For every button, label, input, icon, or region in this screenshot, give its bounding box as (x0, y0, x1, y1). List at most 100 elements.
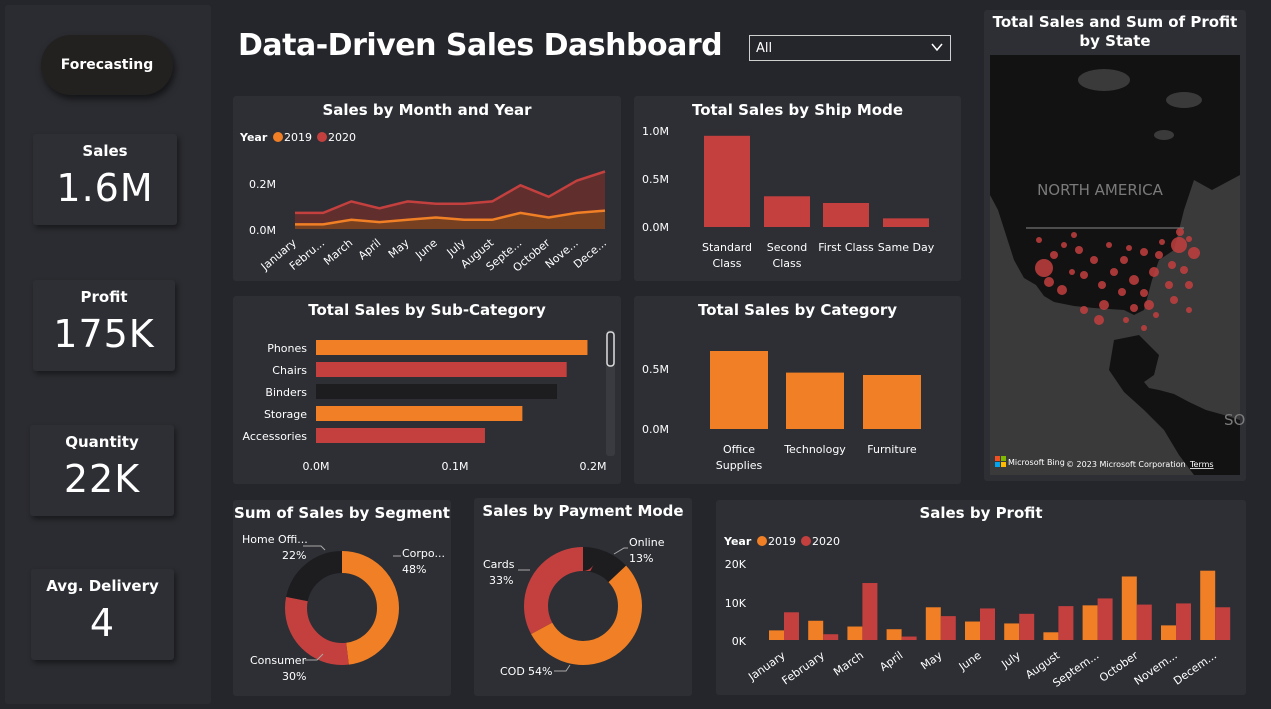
bar-same-day (883, 218, 929, 227)
x-tick-label: May (386, 236, 412, 261)
kpi-value: 4 (89, 601, 116, 645)
bar-first-class (823, 203, 869, 227)
map-bubble (1075, 246, 1083, 254)
bar-february-2019 (808, 620, 824, 640)
state-bubble-map[interactable]: NORTH AMERICA SOUTH AMERICA Microsoft Bi… (984, 10, 1246, 481)
x-tick-label: April (877, 649, 905, 674)
map-bubble (1180, 266, 1188, 274)
y-tick-label: 20K (725, 558, 747, 571)
forecasting-button[interactable]: Forecasting (41, 35, 173, 95)
map-bubble (1170, 296, 1178, 304)
chart-sales-by-payment-mode[interactable]: Sales by Payment Mode Online 13% Cards 3… (474, 498, 692, 696)
bar-september-2019 (1082, 605, 1098, 640)
y-tick-label: Storage (264, 408, 307, 421)
map-bubble (1080, 306, 1088, 314)
bar-december-2020 (1215, 607, 1231, 640)
map-bubble (1069, 269, 1075, 275)
map-bubble (1057, 285, 1067, 295)
map-label-north-america: NORTH AMERICA (1037, 181, 1164, 199)
segment-donut-chart: Home Offi... 22% Corpo... 48% Consumer 3… (242, 533, 445, 683)
x-tick-label: 0.2M (580, 460, 607, 473)
bar-furniture (863, 375, 921, 429)
map-bubble (1071, 232, 1077, 238)
map-terms-link[interactable]: Terms (1189, 460, 1214, 469)
legend-swatch-2019 (273, 132, 283, 142)
bar-june-2020 (980, 608, 995, 640)
bar-standard-class (704, 135, 750, 227)
map-bubble (1140, 248, 1148, 256)
x-tick-label: Same Day (878, 241, 935, 254)
kpi-label: Avg. Delivery (46, 577, 159, 595)
map-bubble (1186, 307, 1192, 313)
chart-sales-by-segment[interactable]: Sum of Sales by Segment Home Offi... 22%… (233, 500, 451, 696)
x-tick-label: March (321, 236, 355, 268)
map-bubble (1165, 281, 1173, 289)
year-filter-dropdown[interactable]: All (749, 35, 951, 61)
page-title: Data-Driven Sales Dashboard (238, 28, 723, 63)
kpi-value: 175K (53, 312, 155, 356)
x-tick-label: Furniture (867, 443, 917, 456)
bar-august-2019 (1043, 632, 1059, 640)
map-label-south-america: SOUTH AMERICA (1224, 411, 1246, 429)
map-bubble (1106, 242, 1112, 248)
legend-swatch-2020 (801, 536, 811, 546)
bing-logo-icon (1001, 456, 1006, 461)
map-sales-profit-by-state[interactable]: Total Sales and Sum of Profit by State N… (984, 10, 1246, 481)
bar-technology (786, 372, 844, 429)
x-tick-label: Office (723, 443, 755, 456)
map-bubble (1153, 312, 1159, 318)
bar-july-2019 (1004, 623, 1020, 640)
bar-second-class (764, 196, 810, 227)
chart-sales-by-subcategory[interactable]: Total Sales by Sub-Category Phones Chairs… (233, 296, 621, 484)
legend-label-2019: 2019 (284, 131, 312, 144)
x-tick-label: Second (767, 241, 807, 254)
slice-pct: 33% (489, 574, 513, 587)
x-tick-label: June (956, 649, 984, 674)
chart-sales-by-profit[interactable]: Sales by Profit Year 2019 2020 20K 10K 0… (716, 500, 1246, 695)
y-tick-label: 0.0M (642, 423, 669, 436)
bar-phones (316, 340, 588, 355)
map-bubble (1149, 267, 1159, 277)
map-bubble (1176, 228, 1184, 236)
bar-office-supplies (710, 351, 768, 429)
map-bubble (1036, 237, 1042, 243)
map-bubble (1099, 300, 1109, 310)
slice-label: Home Offi... (242, 533, 308, 546)
x-tick-label: March (831, 649, 866, 679)
bar-december-2019 (1200, 570, 1216, 640)
profit-bar-chart: Year 2019 2020 20K 10K 0K JanuaryFebruar… (723, 535, 1231, 690)
bar-april-2019 (886, 629, 902, 640)
kpi-label: Sales (82, 142, 128, 160)
chevron-down-icon (931, 43, 943, 52)
bar-chairs (316, 362, 567, 377)
scrollbar-thumb[interactable] (606, 331, 615, 367)
bar-may-2019 (925, 607, 941, 640)
bar-january-2020 (784, 612, 799, 640)
legend-label-2020: 2020 (812, 535, 840, 548)
chart-sales-by-ship-mode[interactable]: Total Sales by Ship Mode 1.0M 0.5M 0.0M … (634, 96, 961, 281)
map-bubble (1185, 281, 1193, 289)
chart-sales-by-month[interactable]: Sales by Month and Year Year 2019 2020 0… (233, 96, 621, 281)
map-bubble (1044, 277, 1054, 287)
legend-title: Year (239, 131, 268, 144)
map-bubble (1098, 281, 1106, 289)
slice-pct: 48% (402, 563, 426, 576)
bar-accessories (316, 428, 485, 443)
map-bubble (1171, 237, 1187, 253)
bar-july-2020 (1019, 613, 1035, 640)
y-tick-label: Chairs (272, 364, 307, 377)
slice-label: Online (629, 536, 665, 549)
slice-pct: 13% (629, 552, 653, 565)
bar-november-2020 (1176, 603, 1191, 640)
map-bubble (1129, 275, 1139, 285)
y-tick-label: 0.5M (642, 363, 669, 376)
slice-label: COD (500, 665, 525, 678)
map-bubble (1120, 256, 1128, 264)
bar-january-2019 (769, 630, 784, 640)
x-tick-label: 0.0M (303, 460, 330, 473)
map-bubble (1123, 317, 1129, 323)
x-tick-label: April (356, 236, 384, 262)
chart-sales-by-category[interactable]: Total Sales by Category 0.5M 0.0M Office… (634, 296, 961, 484)
kpi-label: Quantity (65, 433, 139, 451)
map-bubble (1035, 259, 1053, 277)
